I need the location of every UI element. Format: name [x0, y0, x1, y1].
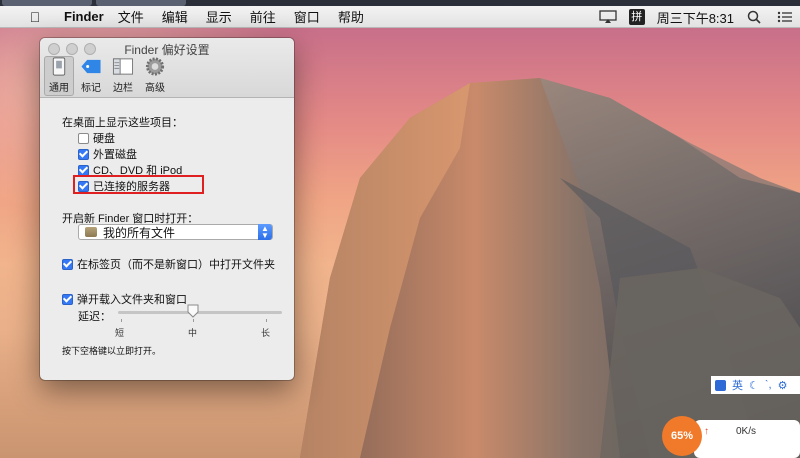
menu-clock[interactable]: 周三下午8:31: [657, 8, 734, 27]
highlight-annotation: [73, 175, 204, 194]
speed-value: 0K/s: [736, 426, 757, 437]
tab-advanced[interactable]: 高级: [140, 56, 170, 96]
memory-usage-badge: 65%: [662, 416, 702, 456]
speed-panel: ↑ 0K/s: [694, 420, 800, 458]
slider-tick: [193, 319, 194, 322]
slider-tick: [121, 319, 122, 322]
delay-label: 延迟：: [78, 311, 111, 323]
checkbox-label: 硬盘: [93, 133, 115, 145]
spotlight-search-icon[interactable]: [746, 10, 764, 24]
settings-icon[interactable]: ⚙: [778, 379, 788, 392]
checkbox[interactable]: [62, 293, 73, 305]
checkbox-label: 在标签页（而不是新窗口）中打开文件夹: [77, 259, 275, 271]
popup-value: 我的所有文件: [103, 225, 176, 240]
tab-label: 高级: [145, 83, 165, 94]
checkbox[interactable]: [62, 258, 73, 270]
slider-label-medium: 中: [188, 328, 198, 338]
network-speed-widget[interactable]: ↑ 0K/s 65%: [662, 416, 800, 458]
menu-help[interactable]: 帮助: [338, 7, 364, 26]
menu-app-name[interactable]: Finder: [64, 9, 104, 24]
tab-sidebar[interactable]: 边栏: [108, 56, 138, 96]
notification-center-icon[interactable]: [776, 10, 794, 24]
desktop-items-heading: 在桌面上显示这些项目：: [62, 117, 183, 129]
input-method-indicator[interactable]: 拼: [628, 9, 645, 25]
input-method-toolbar: 英 ☾ ˋ, ⚙: [711, 376, 800, 394]
ime-toggle-icon[interactable]: [715, 379, 726, 391]
window-titlebar: Finder 偏好设置 通用 标记 边栏 高级: [40, 38, 294, 98]
tab-label: 标记: [81, 83, 101, 94]
menu-go[interactable]: 前往: [250, 7, 276, 26]
checkbox[interactable]: [78, 164, 89, 176]
general-icon: [52, 57, 66, 76]
popup-arrows-icon[interactable]: ▲ ▼: [258, 224, 272, 240]
folder-icon: [85, 227, 97, 237]
checkbox-label: 外置磁盘: [93, 149, 137, 161]
footnote: 按下空格键以立即打开。: [62, 346, 162, 356]
menu-edit[interactable]: 编辑: [162, 7, 188, 26]
menu-file[interactable]: 文件: [118, 7, 144, 26]
ime-language[interactable]: 英: [732, 377, 743, 393]
checkbox-external-disks[interactable]: 外置磁盘: [78, 147, 137, 161]
slider-label-short: 短: [115, 328, 125, 338]
checkbox-label: 弹开载入文件夹和窗口: [77, 294, 187, 306]
airplay-icon[interactable]: [599, 10, 617, 24]
checkbox-open-in-tabs[interactable]: 在标签页（而不是新窗口）中打开文件夹: [62, 257, 275, 271]
sidebar-icon: [112, 58, 134, 75]
checkbox-hard-disks[interactable]: 硬盘: [78, 131, 115, 145]
tab-general[interactable]: 通用: [44, 56, 74, 96]
moon-icon[interactable]: ☾: [749, 379, 759, 392]
gear-icon: [145, 57, 165, 76]
tab-tags[interactable]: 标记: [76, 56, 106, 96]
checkbox[interactable]: [78, 148, 89, 160]
new-window-popup[interactable]: 我的所有文件 ▲ ▼: [78, 224, 273, 240]
checkbox[interactable]: [78, 132, 89, 144]
delay-slider-track[interactable]: [118, 311, 282, 314]
apple-icon[interactable]: : [24, 9, 46, 25]
preferences-toolbar: 通用 标记 边栏 高级: [44, 56, 170, 96]
slider-label-long: 长: [261, 328, 271, 338]
slider-tick: [266, 319, 267, 322]
punctuation-icon[interactable]: ˋ,: [765, 379, 772, 391]
delay-slider-thumb[interactable]: [187, 304, 199, 318]
menu-view[interactable]: 显示: [206, 7, 232, 26]
upload-arrow-icon: ↑: [704, 426, 709, 437]
tab-label: 边栏: [113, 83, 133, 94]
tag-icon: [81, 59, 101, 74]
menu-window[interactable]: 窗口: [294, 7, 320, 26]
menu-bar:  Finder 文件 编辑 显示 前往 窗口 帮助 拼 周三下午8:31: [0, 6, 800, 28]
finder-preferences-window: Finder 偏好设置 通用 标记 边栏 高级 在桌面上显示这些项目： 硬盘 外…: [40, 38, 294, 380]
tab-label: 通用: [49, 83, 69, 94]
checkbox-spring-loaded[interactable]: 弹开载入文件夹和窗口: [62, 292, 187, 306]
